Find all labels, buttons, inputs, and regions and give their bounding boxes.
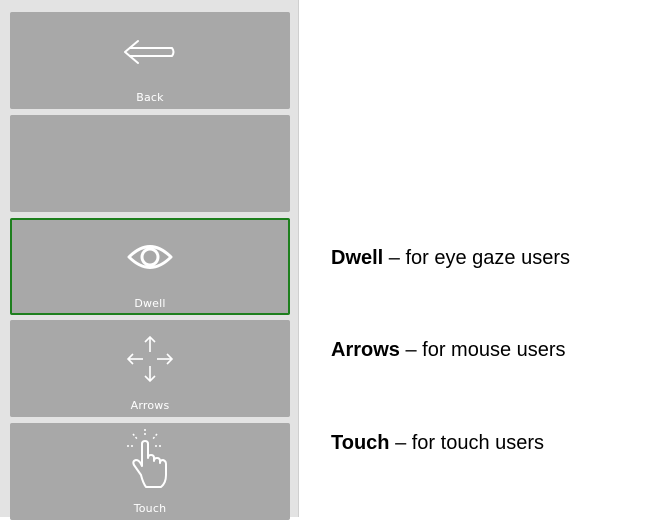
- dwell-description-text: – for eye gaze users: [383, 247, 571, 269]
- arrows-button[interactable]: Arrows: [10, 320, 290, 417]
- dwell-label: Dwell: [134, 297, 166, 310]
- dwell-button[interactable]: Dwell: [10, 218, 290, 315]
- arrows-description-text: – for mouse users: [399, 339, 566, 361]
- eye-icon: [127, 245, 173, 269]
- touch-label: Touch: [133, 502, 167, 515]
- empty-tile: [10, 115, 290, 212]
- arrows-description: Arrows – for mouse users: [331, 339, 566, 362]
- touch-description: Touch – for touch users: [331, 432, 544, 455]
- touch-term: Touch: [331, 432, 390, 454]
- back-label: Back: [136, 91, 164, 104]
- access-method-panel: Back Dwell Arrows Touch: [0, 0, 299, 520]
- back-button[interactable]: Back: [10, 12, 290, 109]
- dwell-description: Dwell – for eye gaze users: [331, 247, 570, 270]
- touch-description-text: – for touch users: [389, 432, 545, 454]
- dwell-term: Dwell: [331, 247, 384, 269]
- back-arrow-icon: [124, 40, 175, 64]
- touch-hand-icon: [127, 429, 167, 488]
- move-arrows-icon: [126, 335, 174, 383]
- arrows-label: Arrows: [130, 399, 170, 412]
- arrows-term: Arrows: [331, 339, 400, 361]
- touch-button[interactable]: Touch: [10, 423, 290, 520]
